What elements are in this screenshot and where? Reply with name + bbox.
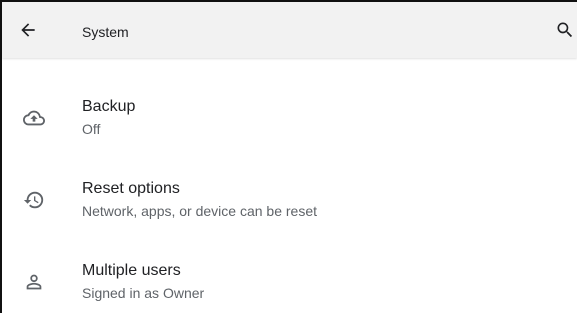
person-icon (22, 270, 46, 294)
app-bar: System (2, 2, 577, 58)
page-title: System (82, 24, 129, 40)
search-icon (557, 22, 573, 38)
history-icon (22, 188, 46, 212)
list-item-summary: Network, apps, or device can be reset (82, 203, 318, 219)
search-button[interactable] (555, 18, 577, 42)
list-item-backup[interactable]: Backup Off (2, 82, 577, 162)
back-button[interactable] (16, 18, 40, 42)
list-item-summary: Signed in as Owner (82, 285, 205, 301)
list-item-multiple-users[interactable]: Multiple users Signed in as Owner (2, 246, 577, 313)
list-item-title: Multiple users (82, 262, 181, 279)
cloud-upload-icon (22, 106, 46, 130)
arrow-back-icon (21, 23, 35, 37)
list-item-title: Reset options (82, 180, 180, 197)
system-settings-screen: System Backup Off Reset options Network,… (0, 0, 577, 313)
list-item-title: Backup (82, 98, 136, 115)
list-item-summary: Off (82, 121, 101, 137)
list-item-reset-options[interactable]: Reset options Network, apps, or device c… (2, 164, 577, 244)
